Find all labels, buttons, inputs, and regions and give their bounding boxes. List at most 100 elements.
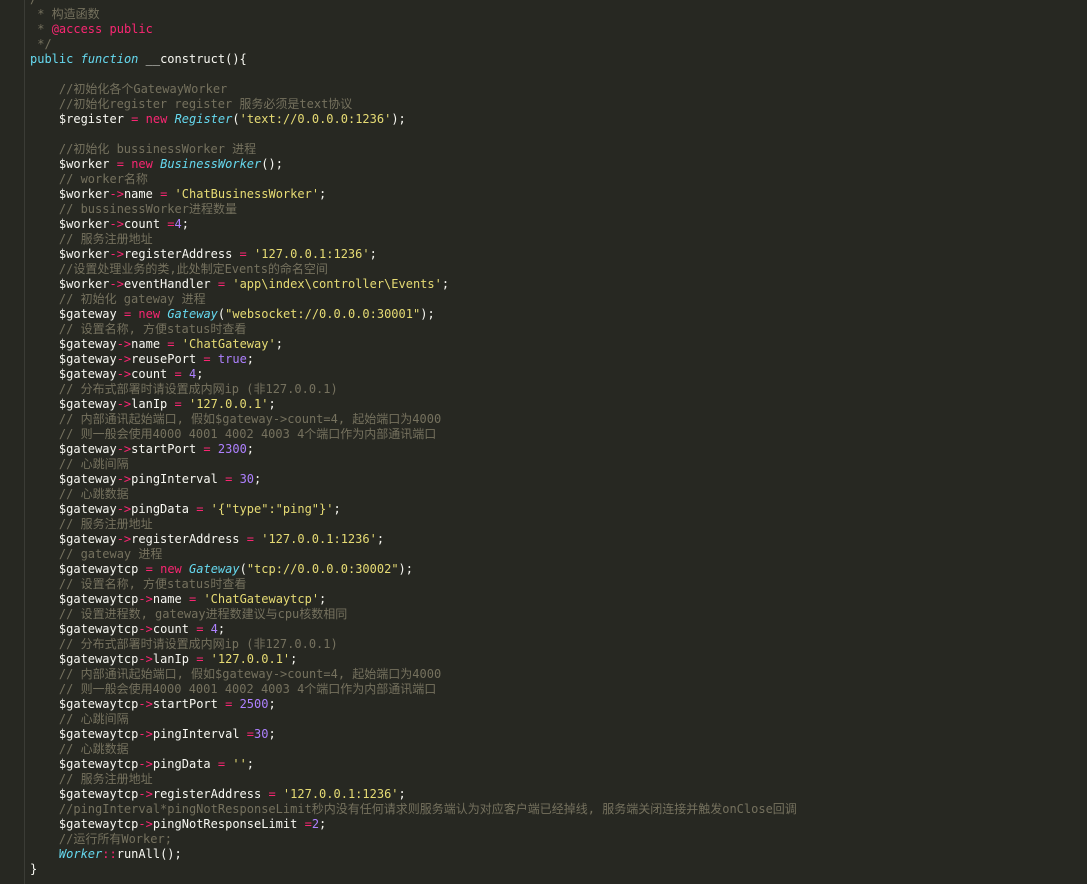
code-token: pingData <box>131 502 189 516</box>
code-line[interactable]: //设置处理业务的类,此处制定Events的命名空间 <box>30 262 797 277</box>
code-line[interactable]: //初始化各个GatewayWorker <box>30 82 797 97</box>
code-line[interactable]: $gateway = new Gateway("websocket://0.0.… <box>30 307 797 322</box>
code-line[interactable]: $gateway->pingData = '{"type":"ping"}'; <box>30 502 797 517</box>
code-area[interactable]: /** * 构造函数 * @access public */public fun… <box>30 0 797 877</box>
code-line[interactable]: $worker = new BusinessWorker(); <box>30 157 797 172</box>
code-line[interactable]: $worker->registerAddress = '127.0.0.1:12… <box>30 247 797 262</box>
code-line[interactable]: * @access public <box>30 22 797 37</box>
code-token: 2500 <box>239 697 269 711</box>
code-line[interactable]: public function __construct(){ <box>30 52 797 67</box>
code-line[interactable]: // 心跳间隔 <box>30 712 797 727</box>
code-line[interactable]: // 则一般会使用4000 4001 4002 4003 4个端口作为内部通讯端… <box>30 682 797 697</box>
code-line[interactable]: //初始化register register 服务必须是text协议 <box>30 97 797 112</box>
code-editor[interactable]: /** * 构造函数 * @access public */public fun… <box>0 0 1087 884</box>
code-token: // 服务注册地址 <box>58 517 153 531</box>
code-line[interactable]: $gateway->name = 'ChatGateway'; <box>30 337 797 352</box>
code-token: // 心跳间隔 <box>58 457 129 471</box>
code-token: Worker <box>58 847 103 861</box>
code-token: :: <box>102 847 117 861</box>
code-line[interactable]: $gateway->startPort = 2300; <box>30 442 797 457</box>
code-line[interactable]: // 则一般会使用4000 4001 4002 4003 4个端口作为内部通讯端… <box>30 427 797 442</box>
code-token: // 设置名称, 方便status时查看 <box>58 322 247 336</box>
code-line[interactable]: // 服务注册地址 <box>30 232 797 247</box>
code-line[interactable]: $gatewaytcp->startPort = 2500; <box>30 697 797 712</box>
code-token: * 构造函数 <box>30 7 100 21</box>
code-token: //初始化register register 服务必须是text协议 <box>58 97 353 111</box>
code-token: -> <box>116 367 132 381</box>
code-token: "tcp://0.0.0.0:30002" <box>246 562 399 576</box>
code-token: $gateway <box>58 307 117 321</box>
code-line[interactable]: // 设置进程数, gateway进程数建议与cpu核数相同 <box>30 607 797 622</box>
code-line[interactable]: $worker->count =4; <box>30 217 797 232</box>
code-line[interactable]: // 初始化 gateway 进程 <box>30 292 797 307</box>
code-line[interactable]: //pingInterval*pingNotResponseLimit秒内没有任… <box>30 802 797 817</box>
code-line[interactable]: // 心跳数据 <box>30 742 797 757</box>
code-token: '' <box>232 757 247 771</box>
code-line[interactable]: Worker::runAll(); <box>30 847 797 862</box>
code-token: -> <box>109 277 124 291</box>
code-line[interactable] <box>30 67 797 82</box>
code-token: = <box>246 532 254 546</box>
code-line[interactable]: */ <box>30 37 797 52</box>
code-line[interactable]: //运行所有Worker; <box>30 832 797 847</box>
code-line[interactable]: // 心跳间隔 <box>30 457 797 472</box>
code-token: lanIp <box>131 397 168 411</box>
code-token: = <box>167 217 175 231</box>
code-token: = <box>174 397 182 411</box>
code-line[interactable]: $register = new Register('text://0.0.0.0… <box>30 112 797 127</box>
code-token: = <box>203 442 211 456</box>
code-line[interactable]: // 内部通讯起始端口, 假如$gateway->count=4, 起始端口为4… <box>30 667 797 682</box>
code-line[interactable]: $gatewaytcp->name = 'ChatGatewaytcp'; <box>30 592 797 607</box>
code-line[interactable]: // 内部通讯起始端口, 假如$gateway->count=4, 起始端口为4… <box>30 412 797 427</box>
code-line[interactable]: $gatewaytcp = new Gateway("tcp://0.0.0.0… <box>30 562 797 577</box>
code-token: // 则一般会使用4000 4001 4002 4003 4个端口作为内部通讯端… <box>58 682 437 696</box>
code-token: ; <box>319 817 327 831</box>
code-line[interactable]: * 构造函数 <box>30 7 797 22</box>
code-line[interactable]: $gatewaytcp->pingInterval =30; <box>30 727 797 742</box>
code-line[interactable]: $gatewaytcp->registerAddress = '127.0.0.… <box>30 787 797 802</box>
code-token: -> <box>109 247 124 261</box>
code-line[interactable]: // 分布式部署时请设置成内网ip (非127.0.0.1) <box>30 637 797 652</box>
code-line[interactable]: $worker->eventHandler = 'app\index\contr… <box>30 277 797 292</box>
code-line[interactable]: // 设置名称, 方便status时查看 <box>30 577 797 592</box>
code-line[interactable]: $gateway->reusePort = true; <box>30 352 797 367</box>
code-line[interactable]: $worker->name = 'ChatBusinessWorker'; <box>30 187 797 202</box>
code-line[interactable]: // worker名称 <box>30 172 797 187</box>
code-token: ; <box>217 622 226 636</box>
code-line[interactable]: // 分布式部署时请设置成内网ip (非127.0.0.1) <box>30 382 797 397</box>
code-line[interactable]: // 心跳数据 <box>30 487 797 502</box>
code-line[interactable]: } <box>30 862 797 877</box>
code-line[interactable]: // bussinessWorker进程数量 <box>30 202 797 217</box>
code-token: ; <box>246 442 255 456</box>
code-line[interactable]: $gatewaytcp->pingData = ''; <box>30 757 797 772</box>
code-line[interactable]: //初始化 bussinessWorker 进程 <box>30 142 797 157</box>
code-line[interactable]: $gatewaytcp->lanIp = '127.0.0.1'; <box>30 652 797 667</box>
code-line[interactable]: $gatewaytcp->count = 4; <box>30 622 797 637</box>
code-line[interactable]: $gateway->count = 4; <box>30 367 797 382</box>
code-line[interactable]: // gateway 进程 <box>30 547 797 562</box>
code-line[interactable]: // 服务注册地址 <box>30 517 797 532</box>
code-token: // 内部通讯起始端口, 假如$gateway->count=4, 起始端口为4… <box>58 667 442 681</box>
code-line[interactable] <box>30 127 797 142</box>
code-line[interactable]: $gatewaytcp->pingNotResponseLimit =2; <box>30 817 797 832</box>
code-line[interactable]: $gateway->registerAddress = '127.0.0.1:1… <box>30 532 797 547</box>
code-line[interactable]: // 服务注册地址 <box>30 772 797 787</box>
code-line[interactable]: /** <box>30 0 797 7</box>
code-line[interactable]: $gateway->pingInterval = 30; <box>30 472 797 487</box>
code-line[interactable]: $gateway->lanIp = '127.0.0.1'; <box>30 397 797 412</box>
code-line[interactable]: // 设置名称, 方便status时查看 <box>30 322 797 337</box>
